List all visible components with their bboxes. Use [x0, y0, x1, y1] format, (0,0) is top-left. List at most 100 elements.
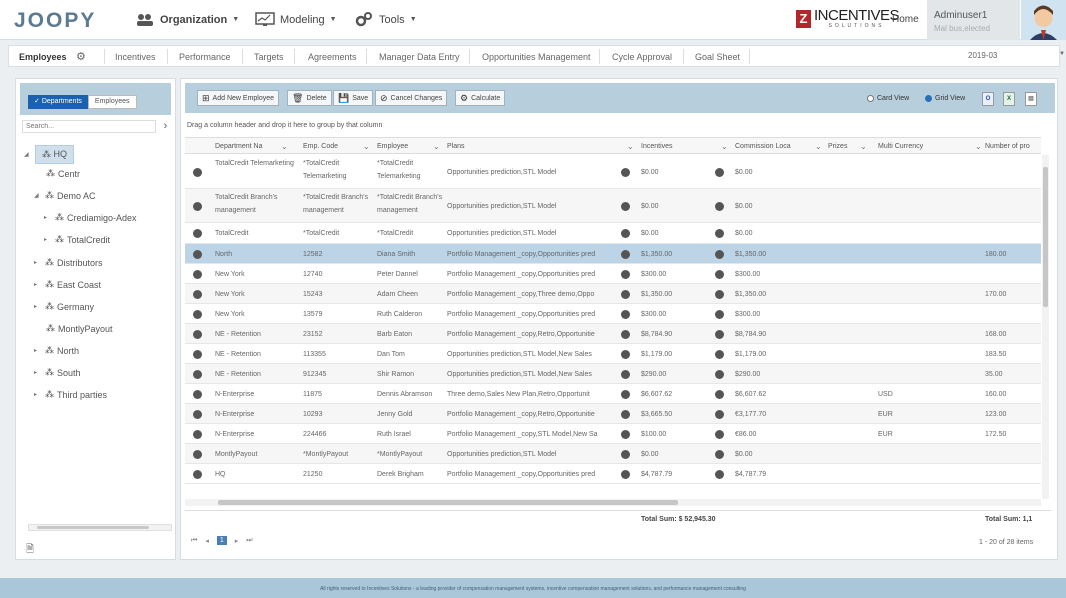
tree-node-third-parties[interactable]: ▸ ⁂ Third parties: [34, 389, 107, 400]
tree-node-montlypayout[interactable]: ⁂ MontlyPayout: [46, 323, 113, 334]
row-lock-icon[interactable]: [193, 369, 202, 379]
table-row[interactable]: TotalCredit Telemarketing *TotalCredit Te…: [185, 155, 1041, 189]
expand-arrow-icon[interactable]: ▸: [34, 391, 42, 398]
cell-inc[interactable]: $6,607.62: [641, 388, 717, 401]
table-row[interactable]: North 12582 Diana Smith Portfolio Managemen…: [185, 244, 1041, 264]
table-row[interactable]: MontlyPayout *MontlyPayout *MontlyPayout Op…: [185, 444, 1041, 464]
cell-cur[interactable]: EUR: [878, 428, 938, 441]
table-row[interactable]: TotalCredit *TotalCredit *TotalCredit Oppor…: [185, 223, 1041, 244]
cell-dept[interactable]: HQ: [215, 468, 297, 481]
row-lock-icon[interactable]: [193, 229, 202, 238]
tab-cycle-approval[interactable]: Cycle Approval: [612, 52, 672, 62]
expand-arrow-icon[interactable]: ▸: [34, 281, 42, 288]
next-page-icon[interactable]: ▸: [235, 537, 239, 545]
table-row[interactable]: New York 12740 Peter Dannel Portfolio Manag…: [185, 264, 1041, 284]
cell-inc[interactable]: $300.00: [641, 308, 717, 321]
table-row[interactable]: N-Enterprise 10293 Jenny Gold Portfolio Man…: [185, 404, 1041, 424]
tab-employees[interactable]: Employees: [19, 52, 67, 62]
tree-node-totalcredit[interactable]: ▸ ⁂ TotalCredit: [44, 234, 110, 245]
cell-comm[interactable]: $1,350.00: [735, 248, 811, 261]
table-row[interactable]: New York 15243 Adam Cheen Portfolio Managem…: [185, 284, 1041, 304]
row-lock-icon[interactable]: [193, 309, 202, 319]
prev-page-icon[interactable]: ◂: [205, 537, 209, 545]
cell-emp[interactable]: Dennis Abramson: [377, 388, 443, 401]
cell-dept[interactable]: TotalCredit: [215, 227, 297, 240]
row-lock-icon[interactable]: [193, 349, 202, 359]
cell-dept[interactable]: TotalCredit Branch's management: [215, 191, 297, 223]
cell-code[interactable]: 10293: [303, 408, 373, 421]
cell-dept[interactable]: MontlyPayout: [215, 448, 297, 461]
cell-plans[interactable]: Portfolio Management _copy,Opportunities…: [447, 268, 612, 281]
cell-plans[interactable]: Three demo,Sales New Plan,Retro,Opportun…: [447, 388, 612, 401]
cell-code[interactable]: 15243: [303, 288, 373, 301]
row-lock-icon[interactable]: [193, 249, 202, 259]
cell-dept[interactable]: N-Enterprise: [215, 408, 297, 421]
export-excel-icon[interactable]: X: [1003, 92, 1015, 106]
row-lock-icon[interactable]: [193, 269, 202, 279]
cell-plans[interactable]: Portfolio Management _copy,Retro,Opportu…: [447, 408, 612, 421]
expand-arrow-icon[interactable]: ▸: [34, 259, 42, 266]
col-prizes[interactable]: Prizes ⌄: [828, 142, 867, 151]
tree-node-demo-ac[interactable]: ◢ ⁂ Demo AC: [34, 190, 96, 201]
cell-plans[interactable]: Opportunities prediction,STL Model,New S…: [447, 348, 612, 361]
cell-emp[interactable]: Peter Dannel: [377, 268, 443, 281]
cell-num[interactable]: 160.00: [985, 388, 1041, 401]
cell-code[interactable]: *TotalCredit Branch's management: [303, 191, 373, 223]
cell-inc[interactable]: $1,350.00: [641, 248, 717, 261]
cell-code[interactable]: 13579: [303, 308, 373, 321]
cell-plans[interactable]: Opportunities prediction,STL Model,New S…: [447, 368, 612, 381]
tab-targets[interactable]: Targets: [254, 52, 284, 62]
cell-emp[interactable]: *TotalCredit Branch's management: [377, 191, 443, 223]
expand-arrow-icon[interactable]: ▸: [34, 347, 42, 354]
cell-comm[interactable]: $1,350.00: [735, 288, 811, 301]
col-employee[interactable]: Employee ⌄: [377, 142, 440, 151]
cell-dept[interactable]: New York: [215, 308, 297, 321]
cell-code[interactable]: 224466: [303, 428, 373, 441]
cell-code[interactable]: *MontlyPayout: [303, 448, 373, 461]
collapse-arrow-icon[interactable]: ◢: [34, 192, 42, 199]
row-lock-icon[interactable]: [193, 389, 202, 399]
cell-inc[interactable]: $3,665.50: [641, 408, 717, 421]
cell-num[interactable]: 123.00: [985, 408, 1041, 421]
table-row[interactable]: New York 13579 Ruth Calderon Portfolio Mana…: [185, 304, 1041, 324]
filter-chevron-icon[interactable]: ⌄: [860, 142, 867, 151]
cell-emp[interactable]: Shir Ramon: [377, 368, 443, 381]
tab-agreements[interactable]: Agreements: [308, 52, 357, 62]
nav-modeling[interactable]: Modeling ▼: [255, 12, 337, 27]
row-lock-icon[interactable]: [193, 469, 202, 479]
cell-code[interactable]: 11875: [303, 388, 373, 401]
tree-node-north[interactable]: ▸ ⁂ North: [34, 345, 79, 356]
cell-inc[interactable]: $0.00: [641, 448, 717, 461]
period-select[interactable]: 2019-03 ▼: [964, 49, 1066, 63]
first-page-icon[interactable]: ⏮: [191, 537, 197, 545]
cell-comm[interactable]: $1,179.00: [735, 348, 811, 361]
tab-manager-data-entry[interactable]: Manager Data Entry: [379, 52, 460, 62]
table-row[interactable]: NE - Retention 23152 Barb Eaton Portfolio M…: [185, 324, 1041, 344]
expand-arrow-icon[interactable]: ▸: [34, 369, 42, 376]
row-lock-icon[interactable]: [193, 429, 202, 439]
cell-num[interactable]: 183.50: [985, 348, 1041, 361]
cell-dept[interactable]: N-Enterprise: [215, 428, 297, 441]
row-lock-icon[interactable]: [193, 409, 202, 419]
cell-comm[interactable]: $8,784.90: [735, 328, 811, 341]
col-incentives[interactable]: Incentives ⌄: [641, 142, 728, 151]
cell-inc[interactable]: $4,787.79: [641, 468, 717, 481]
export-icon[interactable]: 🗎: [26, 542, 34, 559]
export-pdf-icon[interactable]: ▤: [1025, 92, 1037, 106]
avatar[interactable]: [1021, 0, 1066, 40]
grid-view-radio[interactable]: Grid View: [925, 95, 965, 102]
cell-plans[interactable]: Portfolio Management _copy,Opportunities…: [447, 468, 612, 481]
cancel-changes-button[interactable]: ⊘ Cancel Changes: [375, 90, 448, 106]
tree-node-east-coast[interactable]: ▸ ⁂ East Coast: [34, 279, 101, 290]
card-view-radio[interactable]: Card View: [867, 95, 909, 102]
tab-incentives[interactable]: Incentives: [115, 52, 156, 62]
cell-plans[interactable]: Portfolio Management _copy,STL Model,New…: [447, 428, 612, 441]
row-lock-icon[interactable]: [193, 329, 202, 339]
cell-plans[interactable]: Portfolio Management _copy,Opportunities…: [447, 308, 612, 321]
toggle-departments[interactable]: ✓ Departments: [28, 95, 88, 109]
cell-comm[interactable]: $300.00: [735, 308, 811, 321]
cell-comm[interactable]: $0.00: [735, 200, 811, 213]
expand-arrow-icon[interactable]: ▸: [44, 236, 52, 243]
cell-inc[interactable]: $1,179.00: [641, 348, 717, 361]
cell-inc[interactable]: $290.00: [641, 368, 717, 381]
